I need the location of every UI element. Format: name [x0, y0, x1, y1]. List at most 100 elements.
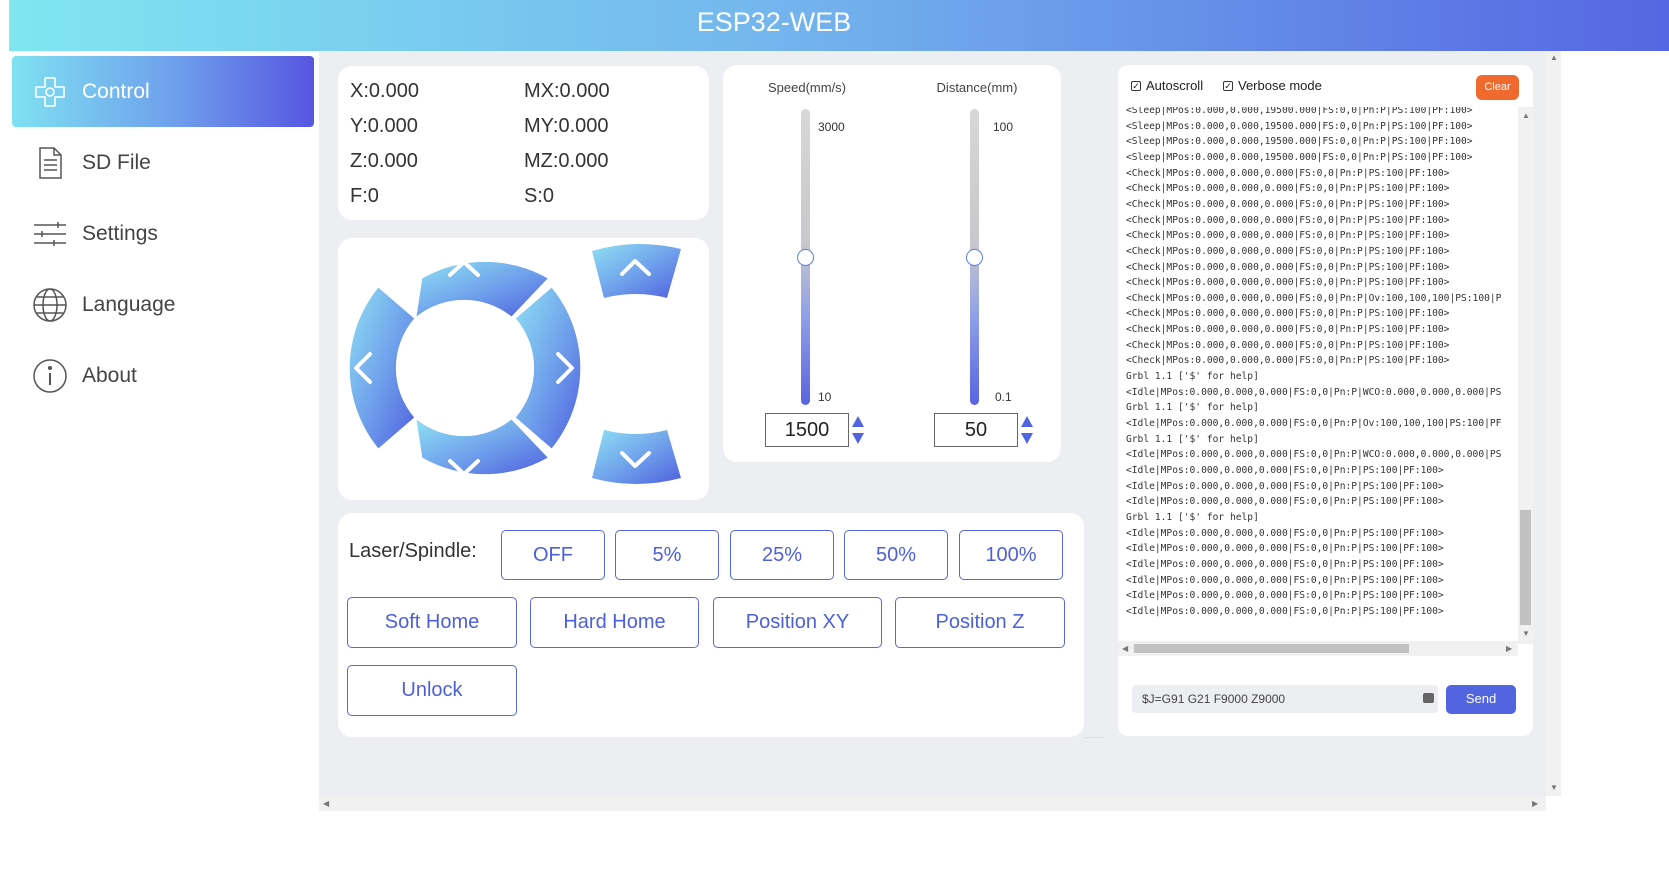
- laser-25-button[interactable]: 25%: [730, 530, 834, 580]
- console-line: <Check|MPos:0.000,0.000,0.000|FS:0,0|Pn:…: [1126, 198, 1450, 210]
- checkbox-checked-icon: ✓: [1131, 80, 1141, 91]
- sidebar-item-sd-file[interactable]: SD File: [12, 127, 314, 198]
- scrollbar-thumb[interactable]: [1134, 644, 1409, 653]
- jog-z-up-button[interactable]: [592, 243, 681, 298]
- scroll-right-icon[interactable]: ▶: [1532, 799, 1538, 808]
- console-line: <Idle|MPos:0.000,0.000,0.000|FS:0,0|Pn:P…: [1126, 590, 1444, 602]
- scroll-left-icon[interactable]: ◀: [323, 799, 329, 808]
- distance-input[interactable]: 50: [934, 413, 1018, 447]
- speed-spinner-icon[interactable]: [851, 414, 865, 446]
- laser-5-button[interactable]: 5%: [615, 530, 719, 580]
- console-line: <Check|MPos:0.000,0.000,0.000|FS:0,0|Pn:…: [1126, 355, 1450, 367]
- command-input[interactable]: $J=G91 G21 F9000 Z9000: [1132, 685, 1438, 713]
- gamepad-icon: [32, 74, 68, 110]
- jog-z-down-button[interactable]: [592, 430, 681, 484]
- console-line: <Check|MPos:0.000,0.000,0.000|FS:0,0|Pn:…: [1126, 292, 1502, 304]
- console-line: Grbl 1.1 ['$' for help]: [1126, 511, 1259, 523]
- sidebar-item-about[interactable]: About: [12, 340, 314, 411]
- jog-pad: [338, 238, 709, 500]
- console-line: <Sleep|MPos:0.000,0.000,19500.000|FS:0,0…: [1126, 120, 1473, 132]
- scroll-up-icon[interactable]: ▲: [1522, 111, 1530, 120]
- distance-spinner-icon[interactable]: [1020, 414, 1034, 446]
- keyboard-icon[interactable]: [1423, 693, 1434, 703]
- clear-button[interactable]: Clear: [1476, 75, 1519, 100]
- app-window: ESP32-WEB Control SD File Settings Langu…: [0, 0, 1669, 871]
- sidebar-item-label: About: [82, 363, 137, 387]
- console-horizontal-scrollbar[interactable]: ◀ ▶: [1118, 641, 1518, 656]
- sidebar-item-language[interactable]: Language: [12, 269, 314, 340]
- laser-50-button[interactable]: 50%: [844, 530, 948, 580]
- laser-off-button[interactable]: OFF: [501, 530, 605, 580]
- console-line: <Check|MPos:0.000,0.000,0.000|FS:0,0|Pn:…: [1126, 324, 1450, 336]
- sidebar-item-settings[interactable]: Settings: [12, 198, 314, 269]
- console-line: <Check|MPos:0.000,0.000,0.000|FS:0,0|Pn:…: [1126, 245, 1450, 257]
- distance-slider-thumb[interactable]: [966, 249, 983, 266]
- scroll-down-icon[interactable]: ▼: [1522, 629, 1530, 638]
- page-horizontal-scrollbar[interactable]: ◀ ▶: [319, 796, 1546, 811]
- console-line: <Idle|MPos:0.000,0.000,0.000|FS:0,0|Pn:P…: [1126, 543, 1444, 555]
- unlock-button[interactable]: Unlock: [347, 665, 517, 716]
- console-line: <Check|MPos:0.000,0.000,0.000|FS:0,0|Pn:…: [1126, 214, 1450, 226]
- console-line: <Sleep|MPos:0.000,0.000,19500.000|FS:0,0…: [1126, 107, 1473, 116]
- scrollbar-thumb[interactable]: [1520, 510, 1531, 625]
- hard-home-button[interactable]: Hard Home: [530, 597, 699, 648]
- distance-label: Distance(mm): [936, 80, 1018, 95]
- console-line: <Check|MPos:0.000,0.000,0.000|FS:0,0|Pn:…: [1126, 339, 1450, 351]
- console-panel: ✓ Autoscroll ✓ Verbose mode Clear <Sleep…: [1118, 65, 1533, 736]
- scroll-down-icon[interactable]: ▼: [1550, 783, 1558, 792]
- speed-max-label: 3000: [818, 120, 845, 134]
- coord-y: Y:0.000: [350, 115, 418, 137]
- info-icon: [32, 358, 68, 394]
- checkbox-checked-icon: ✓: [1223, 80, 1233, 91]
- sliders-icon: [32, 216, 68, 252]
- file-icon: [32, 145, 68, 181]
- jog-left-button[interactable]: [349, 287, 415, 449]
- soft-home-button[interactable]: Soft Home: [347, 597, 517, 648]
- console-line: <Idle|MPos:0.000,0.000,0.000|FS:0,0|Pn:P…: [1126, 605, 1444, 617]
- sidebar-item-label: Control: [82, 79, 150, 103]
- position-xy-button[interactable]: Position XY: [713, 597, 882, 648]
- console-vertical-scrollbar[interactable]: ▲ ▼: [1518, 107, 1533, 644]
- globe-icon: [32, 287, 68, 323]
- console-line: <Check|MPos:0.000,0.000,0.000|FS:0,0|Pn:…: [1126, 261, 1450, 273]
- console-line: <Check|MPos:0.000,0.000,0.000|FS:0,0|Pn:…: [1126, 230, 1450, 242]
- spindle-speed: S:0: [524, 185, 555, 207]
- sidebar-item-label: SD File: [82, 150, 151, 174]
- page-vertical-scrollbar[interactable]: ▲ ▼: [1546, 51, 1561, 796]
- app-header: ESP32-WEB: [9, 0, 1669, 51]
- sidebar: Control SD File Settings Language About: [9, 51, 319, 866]
- verbose-checkbox[interactable]: ✓ Verbose mode: [1223, 78, 1322, 93]
- coord-x: X:0.000: [350, 80, 419, 102]
- console-line: <Sleep|MPos:0.000,0.000,19500.000|FS:0,0…: [1126, 151, 1473, 163]
- speed-input[interactable]: 1500: [765, 413, 849, 447]
- console-header: ✓ Autoscroll ✓ Verbose mode Clear: [1118, 65, 1533, 107]
- console-line: <Idle|MPos:0.000,0.000,0.000|FS:0,0|Pn:P…: [1126, 418, 1502, 429]
- scroll-left-icon[interactable]: ◀: [1122, 644, 1128, 653]
- jog-right-button[interactable]: [515, 287, 581, 449]
- console-line: <Check|MPos:0.000,0.000,0.000|FS:0,0|Pn:…: [1126, 167, 1450, 179]
- coord-my: MY:0.000: [524, 115, 609, 137]
- scroll-up-icon[interactable]: ▲: [1550, 53, 1558, 62]
- send-button[interactable]: Send: [1446, 685, 1516, 714]
- console-line: <Idle|MPos:0.000,0.000,0.000|FS:0,0|Pn:P…: [1126, 449, 1502, 461]
- coord-mx: MX:0.000: [524, 80, 610, 102]
- feed-rate: F:0: [350, 185, 379, 207]
- divider: [1084, 737, 1104, 738]
- speed-distance-panel: Speed(mm/s) Distance(mm) 3000 10 100 0.1…: [723, 65, 1061, 462]
- autoscroll-checkbox[interactable]: ✓ Autoscroll: [1131, 78, 1203, 93]
- distance-min-label: 0.1: [995, 390, 1012, 404]
- scroll-right-icon[interactable]: ▶: [1506, 644, 1512, 653]
- speed-slider-thumb[interactable]: [797, 249, 814, 266]
- coord-z: Z:0.000: [350, 150, 418, 172]
- console-log[interactable]: <Sleep|MPos:0.000,0.000,19500.000|FS:0,0…: [1118, 107, 1518, 647]
- position-z-button[interactable]: Position Z: [895, 597, 1065, 648]
- laser-100-button[interactable]: 100%: [959, 530, 1063, 580]
- verbose-label: Verbose mode: [1238, 78, 1322, 93]
- console-line: <Sleep|MPos:0.000,0.000,19500.000|FS:0,0…: [1126, 136, 1473, 148]
- console-line: <Idle|MPos:0.000,0.000,0.000|FS:0,0|Pn:P…: [1126, 480, 1444, 492]
- console-line: <Check|MPos:0.000,0.000,0.000|FS:0,0|Pn:…: [1126, 183, 1450, 195]
- sidebar-item-control[interactable]: Control: [12, 56, 314, 127]
- autoscroll-label: Autoscroll: [1146, 78, 1204, 93]
- console-line: Grbl 1.1 ['$' for help]: [1126, 402, 1259, 414]
- console-line: <Idle|MPos:0.000,0.000,0.000|FS:0,0|Pn:P…: [1126, 527, 1444, 539]
